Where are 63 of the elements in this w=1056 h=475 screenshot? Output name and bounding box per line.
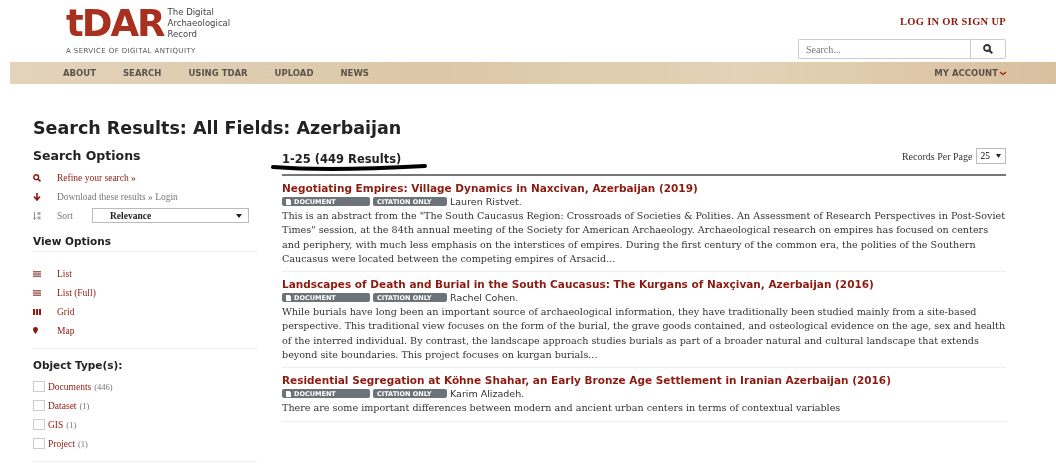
section-heading: View Options — [33, 235, 257, 252]
document-icon — [286, 390, 291, 397]
page-title: Search Results: All Fields: Azerbaijan — [33, 118, 403, 138]
checkbox[interactable] — [33, 381, 45, 392]
type-filter-link[interactable]: Dataset — [48, 400, 77, 411]
type-count: (1) — [77, 438, 88, 449]
nav-link[interactable]: NEWS — [340, 68, 369, 78]
nav-link[interactable]: SEARCH — [123, 68, 162, 78]
result-title[interactable]: Landscapes of Death and Burial in the South Caucasus: The Kurgans of Naxçivan, Azerbaijan (2016) — [282, 278, 1006, 291]
result-abstract: There are some important differences between modern and ancient urban centers in terms of contextual variables — [282, 401, 842, 416]
type-filter-link[interactable]: Project — [48, 438, 75, 449]
nav-link[interactable]: UPLOAD — [274, 68, 314, 78]
logo-name: Record — [167, 28, 198, 39]
caret-icon — [996, 154, 1001, 158]
type-count: (1) — [79, 400, 90, 411]
document-icon — [286, 294, 291, 301]
sort-select[interactable]: Relevance — [92, 208, 249, 223]
nav-link[interactable]: ABOUT — [63, 68, 96, 78]
per-page-select[interactable]: 25 — [975, 148, 1006, 164]
download-link[interactable]: Download these results » Login — [57, 191, 178, 202]
type-filter-link[interactable]: Documents — [48, 381, 92, 392]
sort-icon — [33, 211, 41, 220]
type-count: (1) — [66, 419, 77, 430]
nav-link[interactable]: USING TDAR — [188, 68, 248, 78]
view-option[interactable]: Grid — [57, 306, 75, 317]
grid-icon — [33, 308, 41, 315]
type-count: (446) — [94, 381, 113, 392]
result-author: Karim Alizadeh. — [450, 388, 525, 400]
search-icon — [33, 173, 41, 182]
list-icon — [33, 270, 41, 277]
result-title[interactable]: Negotiating Empires: Village Dynamics in Naxcivan, Azerbaijan (2019) — [282, 182, 1006, 194]
result-abstract: While burials have long been an important source of archaeological information, they have traditionally been studied mainly from a site-based perspective. This traditional view focuses on the form of the burial, the grave goods contained, and osteological evidence on the age, sex and health of the interred individual. By contrast, the landscape approach studies burials as part of a broader natural and cultural landscape that extends beyond site boundaries. This project focuses on kurgan burials... — [282, 305, 1006, 363]
type-filter-link[interactable]: GIS — [48, 419, 64, 430]
result-author: Rachel Cohen. — [450, 292, 519, 304]
section-heading: Object Type(s): — [33, 359, 124, 373]
refine-link[interactable]: Refine your search » — [57, 172, 136, 183]
checkbox[interactable] — [33, 400, 45, 411]
document-icon — [286, 198, 291, 205]
results-count: 1-25 (449 Results) — [282, 152, 402, 166]
account-menu[interactable]: MY ACCOUNT — [934, 68, 1007, 78]
chevron-icon — [999, 70, 1007, 76]
login-link[interactable]: LOG IN OR SIGN UP — [899, 16, 1006, 27]
checkbox[interactable] — [33, 419, 45, 430]
logo-name: Archaeological — [167, 17, 231, 28]
per-page-label: Records Per Page — [901, 150, 973, 162]
caret-icon — [236, 213, 242, 218]
search-field[interactable]: Search... — [798, 39, 970, 59]
sort-label: Sort — [57, 210, 74, 221]
checkbox[interactable] — [33, 438, 45, 449]
logo-name: The Digital — [167, 6, 215, 17]
search-icon — [983, 44, 993, 54]
section-heading: Search Options — [33, 148, 142, 163]
search-button[interactable] — [970, 39, 1006, 59]
view-option[interactable]: List (Full) — [57, 287, 96, 298]
view-option[interactable]: List — [57, 268, 72, 279]
logo-mark: tDAR — [66, 4, 164, 44]
list-icon — [33, 289, 41, 296]
view-option[interactable]: Map — [57, 325, 75, 336]
map-pin-icon — [33, 327, 38, 334]
download-arrow-icon — [33, 192, 41, 201]
result-title[interactable]: Residential Segregation at Köhne Shahar, an Early Bronze Age Settlement in Iranian Azerbaijan (2016) — [282, 374, 1006, 387]
result-author: Lauren Ristvet. — [450, 196, 522, 207]
result-abstract: This is an abstract from the "The South Caucasus Region: Crossroads of Societies & Polities. An Assessment of Research Perspectives in Post-Soviet Times" session, at the 84th annual meeting of the Society for American Archaeology. Archaeological research on empires has focused on centers and periphery, with much less emphasis on the interstices of empires. During the first century of the common era, the polities of the Southern Caucasus were located between the competing empires of Arsacid... — [282, 209, 1006, 266]
